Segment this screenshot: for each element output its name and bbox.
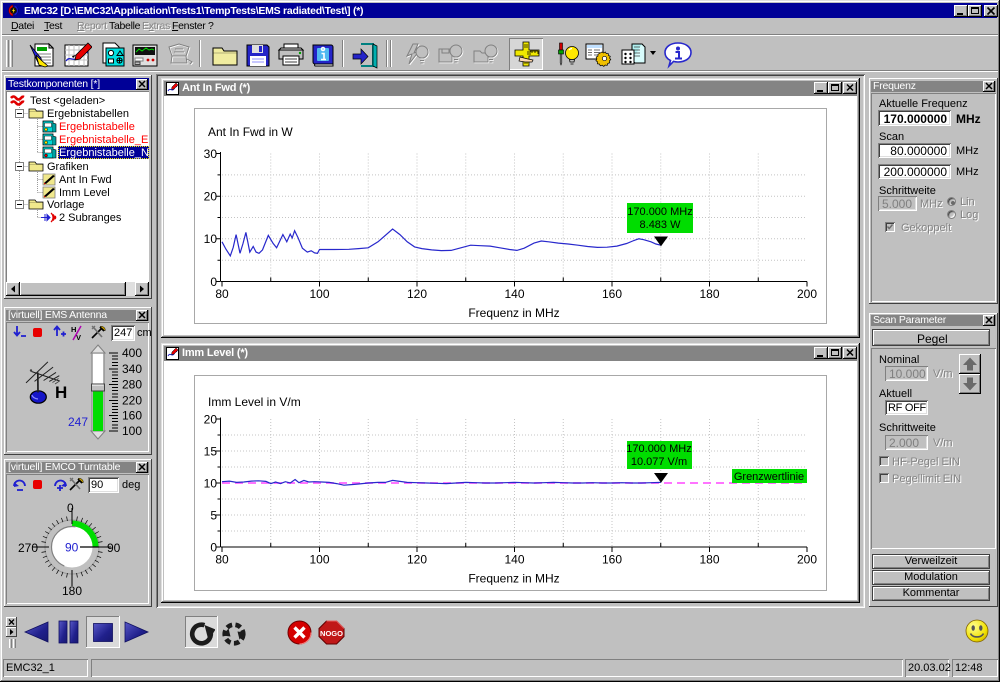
svg-text:Grenzwertlinie: Grenzwertlinie	[734, 471, 804, 483]
svg-text:15: 15	[204, 445, 218, 459]
svg-text:180: 180	[699, 287, 719, 301]
svg-text:80: 80	[215, 287, 229, 301]
svg-text:400: 400	[122, 346, 142, 360]
svg-text:100: 100	[122, 424, 142, 438]
svg-text:5: 5	[210, 509, 217, 523]
svg-text:200: 200	[797, 553, 817, 567]
svg-text:140: 140	[504, 553, 524, 567]
svg-text:10: 10	[204, 477, 218, 491]
svg-text:160: 160	[602, 287, 622, 301]
svg-text:100: 100	[309, 287, 329, 301]
svg-text:220: 220	[122, 394, 142, 408]
svg-text:120: 120	[407, 287, 427, 301]
svg-text:170.000 MHz: 170.000 MHz	[626, 443, 691, 455]
svg-text:30: 30	[204, 147, 218, 161]
svg-text:Frequenz in MHz: Frequenz in MHz	[468, 572, 559, 586]
svg-text:Ant In Fwd in W: Ant In Fwd in W	[208, 125, 293, 139]
svg-text:140: 140	[504, 287, 524, 301]
svg-text:NOGO: NOGO	[320, 629, 343, 638]
svg-text:8.483 W: 8.483 W	[640, 219, 682, 231]
svg-text:Imm Level in V/m: Imm Level in V/m	[208, 395, 301, 409]
svg-text:80: 80	[215, 553, 229, 567]
svg-text:200: 200	[797, 287, 817, 301]
svg-text:Frequenz in MHz: Frequenz in MHz	[468, 306, 559, 320]
svg-text:20: 20	[204, 413, 218, 427]
svg-text:280: 280	[122, 378, 142, 392]
svg-text:160: 160	[602, 553, 622, 567]
svg-text:100: 100	[309, 553, 329, 567]
svg-text:10: 10	[204, 232, 218, 246]
svg-text:170.000 MHz: 170.000 MHz	[627, 206, 692, 218]
svg-text:180: 180	[699, 553, 719, 567]
svg-text:160: 160	[122, 409, 142, 423]
svg-text:120: 120	[407, 553, 427, 567]
svg-text:10.077 V/m: 10.077 V/m	[631, 456, 687, 468]
svg-text:340: 340	[122, 362, 142, 376]
svg-text:20: 20	[204, 190, 218, 204]
